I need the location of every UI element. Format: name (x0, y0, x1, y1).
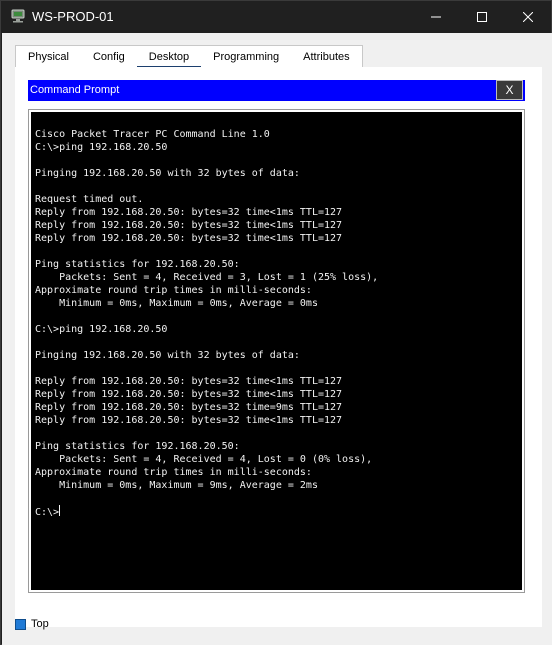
terminal-line: Cisco Packet Tracer PC Command Line 1.0 (35, 129, 270, 140)
terminal-line: Reply from 192.168.20.50: bytes=32 time<… (35, 415, 343, 426)
desktop-panel: Command Prompt X Cisco Packet Tracer PC … (15, 67, 542, 627)
terminal-line: Ping statistics for 192.168.20.50: (35, 441, 240, 452)
terminal-line: C:\> (35, 505, 61, 518)
terminal-line: Minimum = 0ms, Maximum = 0ms, Average = … (35, 298, 318, 309)
terminal-line: Approximate round trip times in milli-se… (35, 285, 312, 296)
terminal-line: Ping statistics for 192.168.20.50: (35, 259, 240, 270)
terminal-cursor (59, 505, 61, 516)
close-window-button[interactable] (505, 1, 551, 33)
packet-tracer-pc-icon (10, 9, 26, 23)
terminal-line: Reply from 192.168.20.50: bytes=32 time<… (35, 233, 343, 244)
command-prompt-close-button[interactable]: X (496, 80, 523, 100)
terminal-line: Reply from 192.168.20.50: bytes=32 time=… (35, 402, 343, 413)
minimize-icon (431, 16, 441, 18)
window-title: WS-PROD-01 (32, 9, 114, 24)
tab-programming[interactable]: Programming (201, 46, 291, 68)
command-prompt-header: Command Prompt X (28, 80, 525, 101)
command-prompt-title: Command Prompt (30, 84, 120, 96)
app-window: WS-PROD-01 Physical Config Desktop Progr… (0, 0, 552, 645)
tab-desktop[interactable]: Desktop (136, 46, 202, 69)
tab-config[interactable]: Config (81, 46, 137, 68)
terminal-line: C:\>ping 192.168.20.50 (35, 142, 168, 153)
terminal-frame: Cisco Packet Tracer PC Command Line 1.0 C… (28, 109, 525, 593)
maximize-icon (477, 12, 487, 22)
tab-physical[interactable]: Physical (16, 46, 81, 68)
terminal-line: Reply from 192.168.20.50: bytes=32 time<… (35, 220, 343, 231)
terminal-line: Reply from 192.168.20.50: bytes=32 time<… (35, 207, 343, 218)
terminal-line: Reply from 192.168.20.50: bytes=32 time<… (35, 389, 343, 400)
title-bar[interactable]: WS-PROD-01 (1, 1, 551, 33)
tab-attributes[interactable]: Attributes (291, 46, 361, 68)
top-checkbox[interactable] (15, 618, 26, 630)
footer: Top (15, 616, 49, 632)
terminal-line: Request timed out. (35, 194, 144, 205)
terminal-line: C:\>ping 192.168.20.50 (35, 324, 168, 335)
terminal-line: Reply from 192.168.20.50: bytes=32 time<… (35, 376, 343, 387)
terminal-line: Pinging 192.168.20.50 with 32 bytes of d… (35, 350, 300, 361)
minimize-button[interactable] (413, 1, 459, 33)
tab-bar: Physical Config Desktop Programming Attr… (15, 45, 363, 69)
maximize-button[interactable] (459, 1, 505, 33)
terminal-line: Packets: Sent = 4, Received = 4, Lost = … (35, 454, 373, 465)
terminal-output[interactable]: Cisco Packet Tracer PC Command Line 1.0 C… (31, 112, 522, 590)
terminal-line: Pinging 192.168.20.50 with 32 bytes of d… (35, 168, 300, 179)
close-icon (523, 12, 533, 22)
terminal-line: Minimum = 0ms, Maximum = 9ms, Average = … (35, 480, 318, 491)
client-area: Physical Config Desktop Programming Attr… (2, 33, 552, 645)
terminal-line: Packets: Sent = 4, Received = 3, Lost = … (35, 272, 379, 283)
top-label: Top (31, 618, 49, 630)
terminal-line: Approximate round trip times in milli-se… (35, 467, 312, 478)
